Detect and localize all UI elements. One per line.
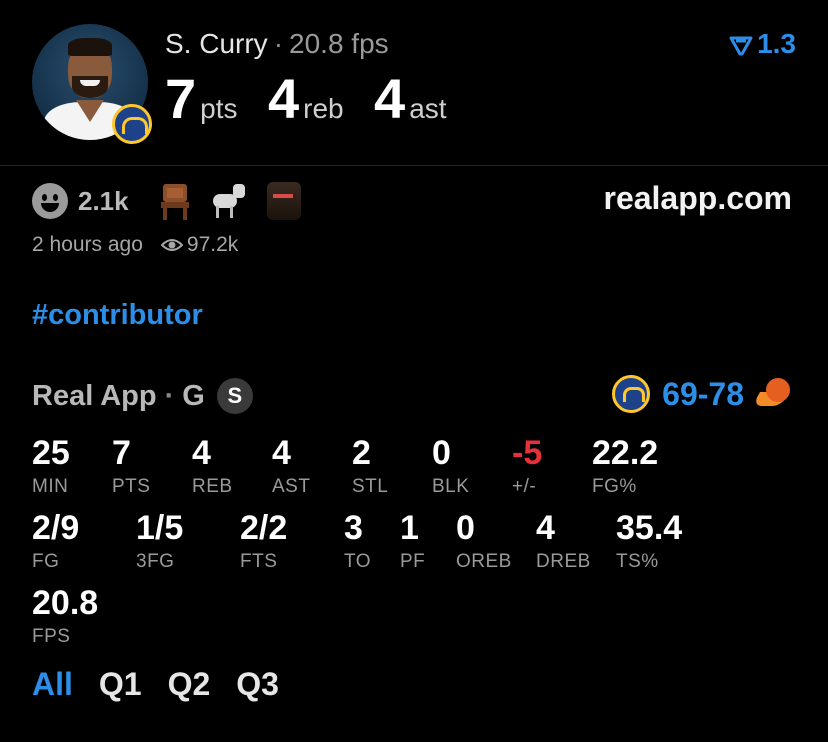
ast-value: 4 xyxy=(374,67,406,130)
view-count: 97.2k xyxy=(186,233,239,256)
score-away: 78 xyxy=(708,375,744,412)
stat-fps: 20.8 FPS xyxy=(32,584,99,647)
stat-ts-pct: 35.4 TS% xyxy=(616,509,683,572)
reaction-count: 2.1k xyxy=(78,185,129,216)
pts-unit: pts xyxy=(200,93,238,124)
fps-text: 20.8 fps xyxy=(289,28,389,59)
player-name-line[interactable]: S. Curry · 20.8 fps xyxy=(165,28,389,60)
starter-badge: S xyxy=(216,378,253,414)
stat-fg-pct: 22.2 FG% xyxy=(592,434,659,497)
separator: · xyxy=(273,28,284,59)
warriors-logo-icon xyxy=(112,104,152,144)
version-value: 1.3 xyxy=(757,28,796,59)
player-header: S. Curry · 20.8 fps 7 pts 4 reb 4 ast 1.3 xyxy=(0,0,828,166)
goat-icon[interactable] xyxy=(211,182,247,220)
game-score[interactable]: 69-78 xyxy=(612,374,796,414)
stat-pf: 1 PF xyxy=(400,509,426,572)
pts-value: 7 xyxy=(165,67,197,130)
stat-min: 25 MIN xyxy=(32,434,70,497)
suns-logo-icon xyxy=(751,374,796,414)
separator: · xyxy=(164,379,175,412)
stat-3fg: 1/5 3FG xyxy=(136,509,184,572)
tab-q2[interactable]: Q2 xyxy=(168,666,211,703)
stat-fg: 2/9 FG xyxy=(32,509,80,572)
tab-q1[interactable]: Q1 xyxy=(99,666,142,703)
fan-avatar-icon[interactable] xyxy=(265,182,301,220)
reb-unit: reb xyxy=(303,93,344,124)
stat-ast: 4 AST xyxy=(272,434,311,497)
stat-to: 3 TO xyxy=(344,509,372,572)
stat-reb: 4 REB xyxy=(192,434,233,497)
site-link[interactable]: realapp.com xyxy=(603,180,792,217)
reactions-bar[interactable]: 2.1k xyxy=(32,182,319,220)
game-source-line: Real App · G S xyxy=(32,378,253,414)
smiley-icon[interactable] xyxy=(32,183,68,219)
funnel-icon xyxy=(729,36,753,56)
hashtag-link[interactable]: #contributor xyxy=(32,299,203,332)
reb-value: 4 xyxy=(267,67,300,130)
app-name: Real App xyxy=(32,379,157,412)
position: G xyxy=(182,379,205,412)
stat-dreb: 4 DREB xyxy=(536,509,591,572)
quarter-tabs: All Q1 Q2 Q3 xyxy=(32,666,305,703)
chair-icon[interactable] xyxy=(157,182,193,220)
stat-oreb: 0 OREB xyxy=(456,509,512,572)
score-dash: - xyxy=(697,375,709,412)
post-meta: 2 hours ago 97.2k xyxy=(32,233,238,257)
stat-blk: 0 BLK xyxy=(432,434,470,497)
tab-all[interactable]: All xyxy=(32,666,73,703)
ast-unit: ast xyxy=(409,93,447,124)
stat-fts: 2/2 FTS xyxy=(240,509,288,572)
warriors-logo-icon xyxy=(612,375,651,413)
score-home: 69 xyxy=(662,375,698,412)
stat-pts: 7 PTS xyxy=(112,434,151,497)
time-ago: 2 hours ago xyxy=(32,233,143,256)
eye-icon xyxy=(160,239,183,251)
stat-stl: 2 STL xyxy=(352,434,389,497)
version-badge[interactable]: 1.3 xyxy=(729,28,796,60)
headline-stats: 7 pts 4 reb 4 ast xyxy=(165,66,473,131)
score-text: 69-78 xyxy=(662,376,744,413)
tab-q3[interactable]: Q3 xyxy=(236,666,279,703)
stat-plus-minus: -5 +/- xyxy=(512,434,543,497)
player-name[interactable]: S. Curry xyxy=(165,28,268,59)
